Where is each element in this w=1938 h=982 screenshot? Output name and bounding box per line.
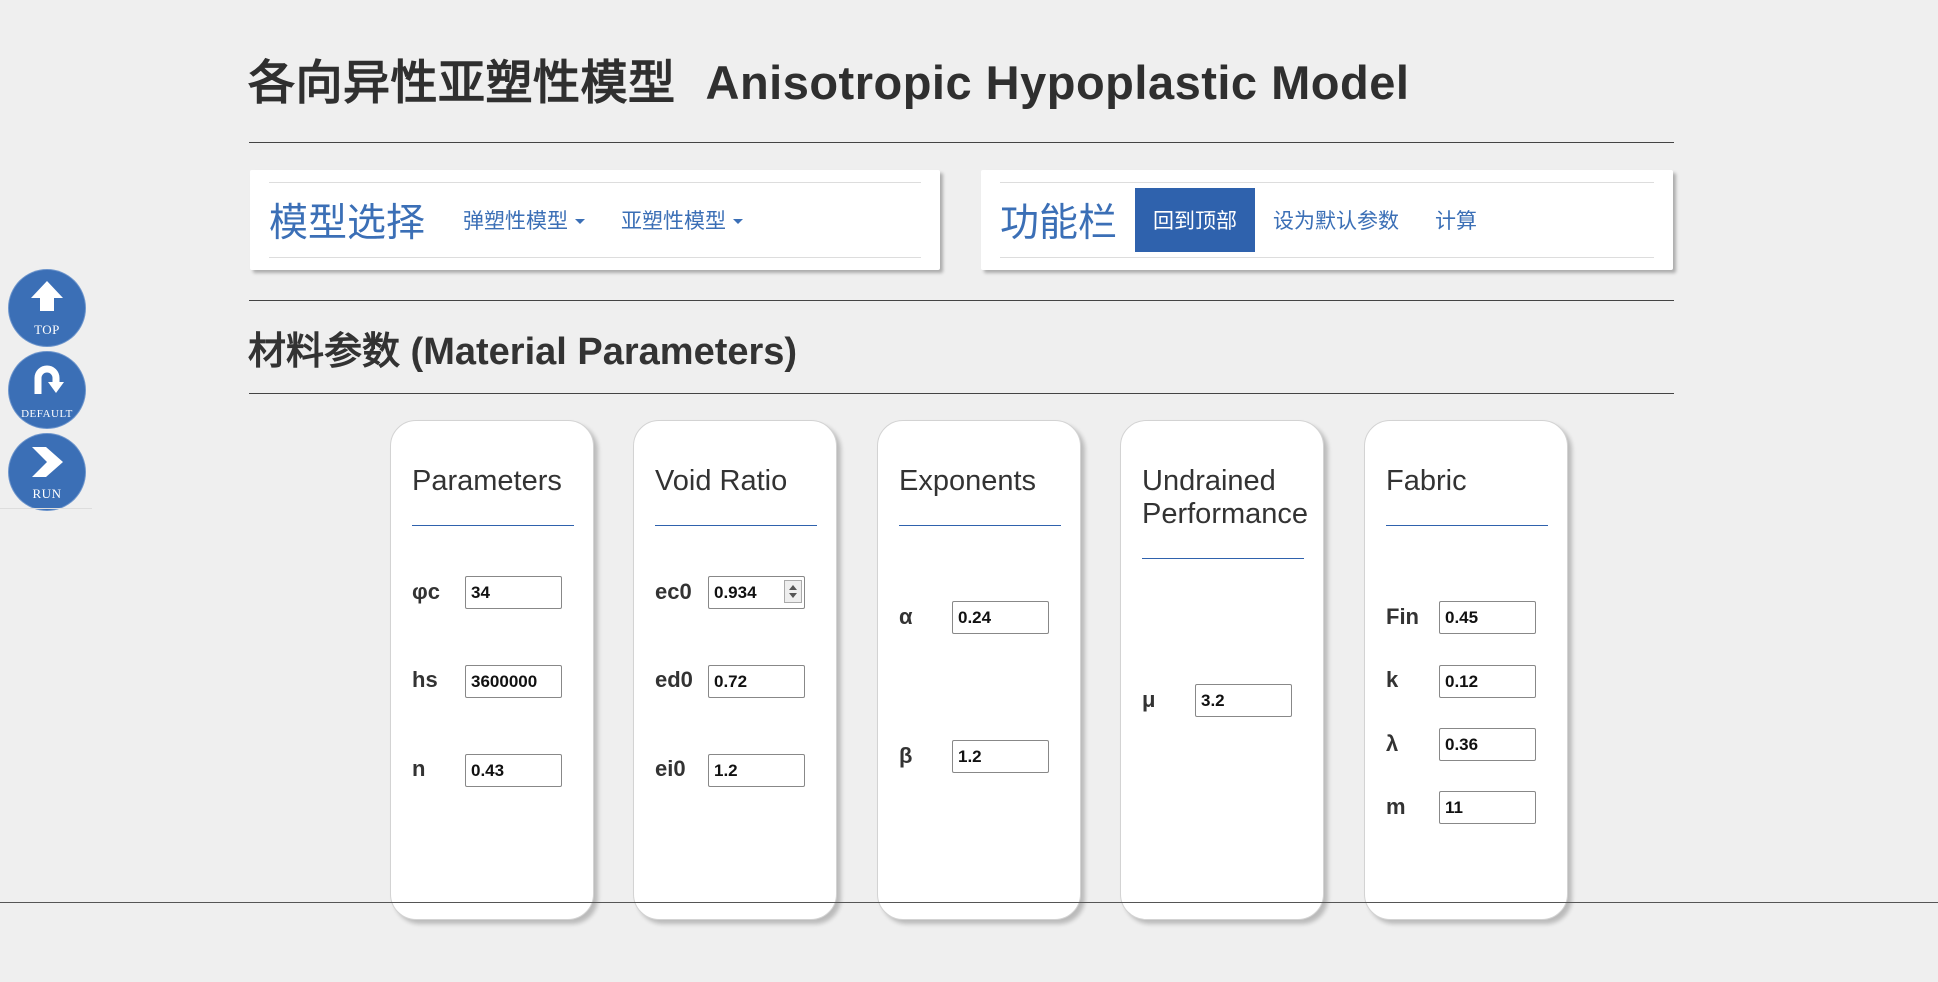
page-title-cn: 各向异性亚塑性模型 bbox=[248, 56, 676, 109]
run-button[interactable]: RUN bbox=[9, 434, 85, 510]
hypoplastic-model-dropdown[interactable]: 亚塑性模型 bbox=[603, 183, 761, 257]
phi-c-input[interactable] bbox=[465, 576, 562, 609]
dropdown-label: 亚塑性模型 bbox=[621, 210, 727, 233]
page-title: 各向异性亚塑性模型 Anisotropic Hypoplastic Model bbox=[248, 44, 1409, 113]
side-divider bbox=[0, 508, 92, 509]
calculate-link[interactable]: 计算 bbox=[1417, 183, 1495, 257]
chevron-right-icon bbox=[32, 447, 63, 477]
param-label: k bbox=[1386, 667, 1399, 692]
card-title: Void Ratio bbox=[655, 465, 788, 497]
set-default-params-link[interactable]: 设为默认参数 bbox=[1255, 183, 1417, 257]
param-label: Fin bbox=[1386, 604, 1419, 629]
default-button[interactable]: DEFAULT bbox=[9, 352, 85, 428]
param-label: m bbox=[1386, 794, 1406, 819]
caret-down-icon bbox=[733, 219, 744, 224]
beta-input[interactable] bbox=[952, 740, 1049, 773]
param-label: ec0 bbox=[655, 579, 692, 604]
return-arrow-icon bbox=[34, 365, 64, 394]
lambda-input[interactable] bbox=[1439, 728, 1536, 761]
panel-divider bbox=[249, 300, 1674, 301]
arrow-up-icon bbox=[31, 281, 63, 311]
param-label: λ bbox=[1386, 731, 1399, 756]
page-title-en: Anisotropic Hypoplastic Model bbox=[705, 56, 1410, 109]
set-default-label: 设为默认参数 bbox=[1273, 210, 1400, 233]
k-input[interactable] bbox=[1439, 665, 1536, 698]
exponents-card: Exponents α β bbox=[877, 420, 1081, 920]
param-label: ed0 bbox=[655, 667, 693, 692]
back-to-top-label: 回到顶部 bbox=[1153, 210, 1238, 233]
bottom-divider bbox=[0, 902, 1938, 903]
card-title-rule bbox=[655, 525, 817, 526]
ei0-input[interactable] bbox=[708, 754, 805, 787]
param-label: φc bbox=[412, 579, 440, 604]
m-input[interactable] bbox=[1439, 791, 1536, 824]
model-select-brand: 模型选择 bbox=[269, 202, 426, 245]
top-button-label: TOP bbox=[34, 322, 60, 337]
param-label: ei0 bbox=[655, 756, 686, 781]
card-title-rule bbox=[412, 525, 574, 526]
function-panel: 功能栏 回到顶部 设为默认参数 计算 bbox=[981, 170, 1673, 270]
ec0-stepper[interactable] bbox=[708, 576, 805, 609]
ed0-input[interactable] bbox=[708, 665, 805, 698]
function-panel-brand: 功能栏 bbox=[1000, 202, 1118, 245]
run-button-label: RUN bbox=[32, 486, 62, 501]
undrained-performance-card: Undrained Performance μ bbox=[1120, 420, 1324, 920]
title-divider bbox=[249, 142, 1674, 143]
section-title: 材料参数 (Material Parameters) bbox=[248, 331, 798, 373]
card-title: Exponents bbox=[899, 465, 1037, 497]
back-to-top-link[interactable]: 回到顶部 bbox=[1135, 188, 1256, 252]
mu-input[interactable] bbox=[1195, 684, 1292, 717]
hs-input[interactable] bbox=[465, 665, 562, 698]
parameters-card: Parameters φc hs n bbox=[390, 420, 594, 920]
card-title-rule bbox=[1142, 558, 1304, 559]
param-label: α bbox=[899, 604, 913, 629]
dropdown-label: 弹塑性模型 bbox=[463, 210, 569, 233]
n-input[interactable] bbox=[465, 754, 562, 787]
fin-input[interactable] bbox=[1439, 601, 1536, 634]
card-title: Parameters bbox=[412, 465, 562, 497]
caret-down-icon bbox=[575, 219, 586, 224]
alpha-input[interactable] bbox=[952, 601, 1049, 634]
model-select-panel: 模型选择 弹塑性模型 亚塑性模型 bbox=[250, 170, 940, 270]
param-label: n bbox=[412, 756, 426, 781]
card-title-rule bbox=[899, 525, 1061, 526]
spinner-arrows-icon[interactable] bbox=[784, 580, 802, 603]
elastoplastic-model-dropdown[interactable]: 弹塑性模型 bbox=[445, 183, 603, 257]
card-title: Fabric bbox=[1386, 465, 1467, 497]
param-label: μ bbox=[1142, 687, 1156, 712]
fabric-card: Fabric Fin k λ m bbox=[1364, 420, 1568, 920]
void-ratio-card: Void Ratio ec0 ed0 ei0 bbox=[633, 420, 837, 920]
param-label: hs bbox=[412, 667, 438, 692]
section-divider bbox=[249, 393, 1674, 394]
calculate-label: 计算 bbox=[1435, 210, 1478, 233]
default-button-label: DEFAULT bbox=[21, 408, 73, 420]
param-label: β bbox=[899, 743, 913, 768]
card-title-rule bbox=[1386, 525, 1548, 526]
top-button[interactable]: TOP bbox=[9, 270, 85, 346]
card-title: Undrained Performance bbox=[1142, 465, 1309, 530]
